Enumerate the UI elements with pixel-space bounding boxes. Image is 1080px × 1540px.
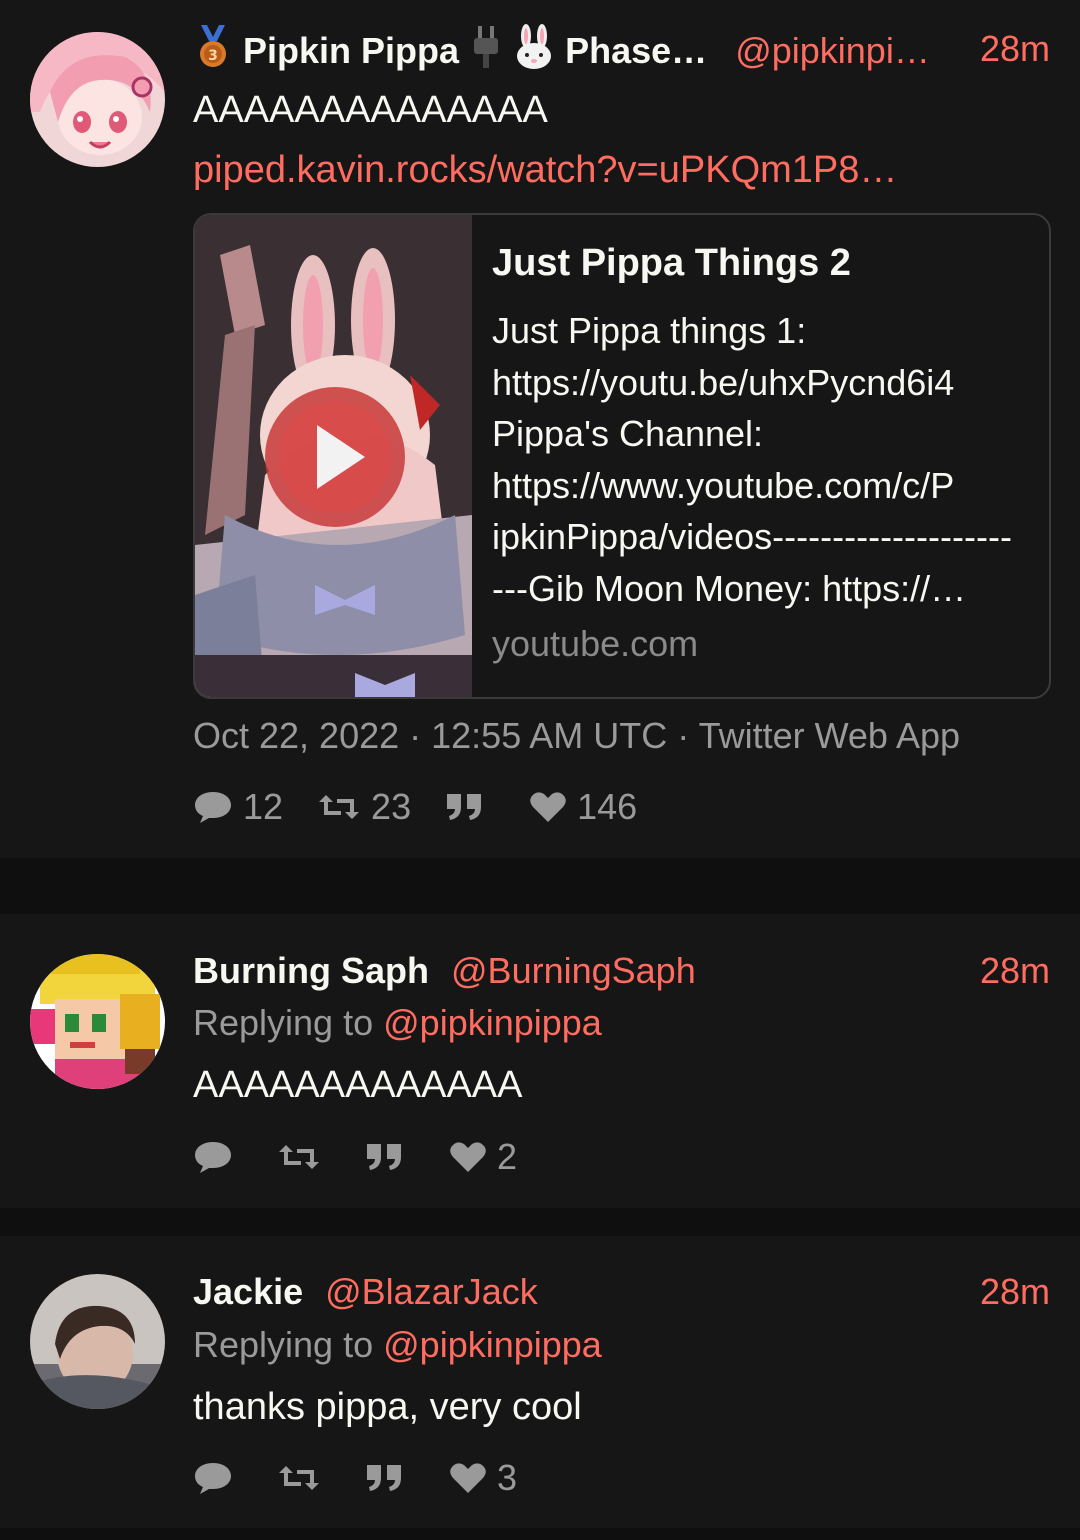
- tweet-header: Burning Saph @BurningSaph 28m: [193, 946, 1050, 996]
- like-count: 3: [497, 1457, 518, 1498]
- retweet-button[interactable]: [277, 1141, 331, 1173]
- reply-button[interactable]: 12: [193, 786, 283, 828]
- tweet-jackie[interactable]: Jackie @BlazarJack 28m Replying to @pipk…: [0, 1236, 1080, 1528]
- card-description-line: Pippa's Channel:: [492, 413, 764, 454]
- tweet-burning-saph[interactable]: Burning Saph @BurningSaph 28m Replying t…: [0, 914, 1080, 1208]
- like-button[interactable]: 3: [449, 1457, 517, 1499]
- tweet-stats: 2: [193, 1132, 551, 1182]
- tweet-time[interactable]: 28m: [980, 946, 1050, 996]
- tweet-date[interactable]: Oct 22, 2022 · 12:55 AM UTC · Twitter We…: [193, 712, 960, 760]
- like-button[interactable]: 146: [529, 786, 637, 828]
- comment-icon: [195, 792, 231, 823]
- heart-icon: [450, 1463, 486, 1493]
- tweet-pipkin-pippa[interactable]: 3 Pipkin Pippa Phase… @pipkinpi… 28m AAA…: [0, 0, 1080, 858]
- display-name[interactable]: Jackie: [193, 1271, 303, 1312]
- retweet-icon: [279, 1145, 319, 1169]
- replying-to-handle[interactable]: @pipkinpippa: [383, 1002, 602, 1043]
- replying-label: Replying to: [193, 1324, 374, 1365]
- avatar[interactable]: [30, 32, 165, 167]
- tweet-header: Jackie @BlazarJack 28m: [193, 1267, 1050, 1317]
- heart-icon: [450, 1142, 486, 1172]
- card-title: Just Pippa Things 2: [492, 242, 851, 284]
- comment-icon: [195, 1463, 231, 1494]
- reply-count: 12: [243, 786, 284, 827]
- username[interactable]: @BurningSaph: [451, 950, 696, 991]
- replying-to: Replying to @pipkinpippa: [193, 999, 602, 1047]
- tweet-time[interactable]: 28m: [980, 24, 1050, 74]
- medal-icon: 3: [193, 25, 233, 82]
- card-description-line: Just Pippa things 1:: [492, 310, 807, 351]
- username[interactable]: @pipkinpi…: [735, 30, 930, 71]
- card-domain: youtube.com: [492, 623, 699, 664]
- quote-button[interactable]: [445, 792, 495, 822]
- reply-button[interactable]: [193, 1139, 243, 1175]
- quote-icon: [367, 1465, 401, 1491]
- retweet-icon: [279, 1466, 319, 1490]
- play-icon: [265, 387, 405, 527]
- tweet-text: AAAAAAAAAAAAAA: [193, 89, 548, 131]
- plug-icon: [469, 24, 503, 83]
- comment-icon: [195, 1142, 231, 1173]
- svg-text:3: 3: [208, 48, 218, 64]
- retweet-button[interactable]: 23: [317, 786, 411, 828]
- username[interactable]: @BlazarJack: [325, 1271, 538, 1312]
- tweet-stats: 12 23 146: [193, 782, 671, 832]
- quote-button[interactable]: [365, 1463, 415, 1493]
- reply-button[interactable]: [193, 1460, 243, 1496]
- card-description-line: https://youtu.be/uhxPycnd6i4: [492, 361, 955, 403]
- like-count: 146: [577, 786, 638, 827]
- quote-button[interactable]: [365, 1142, 415, 1172]
- retweet-count: 23: [371, 786, 412, 827]
- card-description-line: ipkinPippa/videos--------------------: [492, 516, 1012, 557]
- display-name-extra[interactable]: Phase…: [565, 30, 707, 71]
- retweet-icon: [319, 795, 360, 819]
- replying-label: Replying to: [193, 1002, 374, 1043]
- tweet-text: thanks pippa, very cool: [193, 1386, 582, 1428]
- display-name[interactable]: Burning Saph: [193, 950, 429, 991]
- rabbit-icon: [513, 24, 555, 83]
- card-description-line: ---Gib Moon Money: https://…: [492, 567, 967, 609]
- link-card[interactable]: Just Pippa Things 2 Just Pippa things 1:…: [193, 213, 1051, 699]
- tweet-header: 3 Pipkin Pippa Phase… @pipkinpi… 28m: [193, 24, 1050, 74]
- avatar[interactable]: [30, 1274, 165, 1409]
- like-count: 2: [497, 1136, 518, 1177]
- heart-icon: [530, 792, 566, 822]
- quote-icon: [447, 794, 482, 820]
- replying-to-handle[interactable]: @pipkinpippa: [383, 1324, 602, 1365]
- quote-icon: [367, 1144, 401, 1170]
- tweet-text: AAAAAAAAAAAAA: [193, 1064, 523, 1106]
- like-button[interactable]: 2: [449, 1136, 517, 1178]
- video-thumbnail[interactable]: [195, 215, 472, 697]
- tweet-link[interactable]: piped.kavin.rocks/watch?v=uPKQm1P8…: [193, 146, 897, 194]
- card-description-line: https://www.youtube.com/c/P: [492, 464, 955, 506]
- tweet-time[interactable]: 28m: [980, 1267, 1050, 1317]
- display-name[interactable]: Pipkin Pippa: [243, 30, 459, 71]
- tweet-stats: 3: [193, 1453, 551, 1503]
- avatar[interactable]: [30, 954, 165, 1089]
- replying-to: Replying to @pipkinpippa: [193, 1321, 602, 1369]
- card-description: Just Pippa things 1: https://youtu.be/uh…: [492, 305, 1031, 614]
- retweet-button[interactable]: [277, 1462, 331, 1494]
